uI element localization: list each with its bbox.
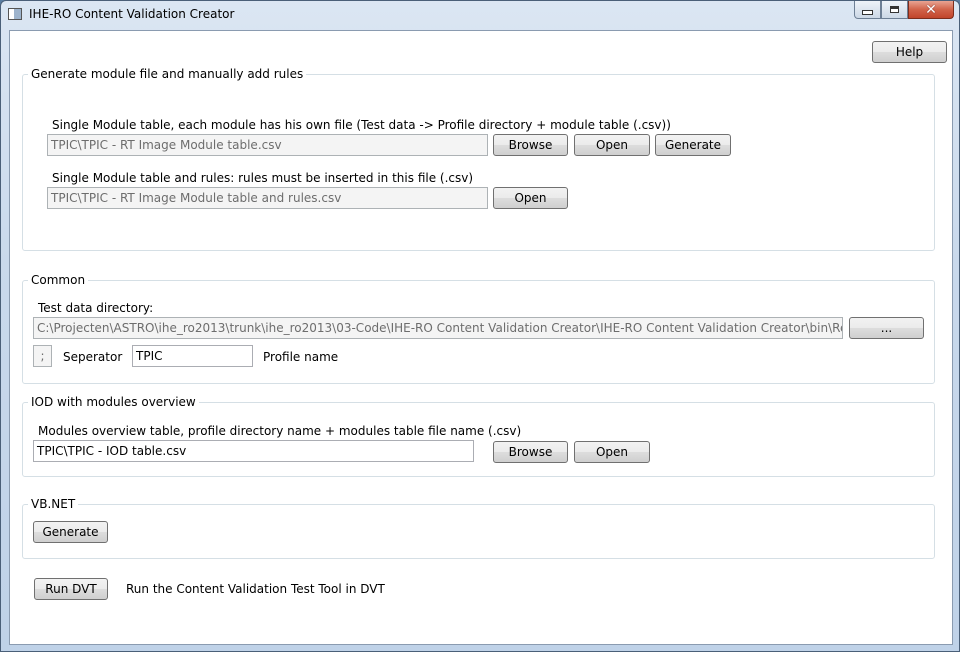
window-title: IHE-RO Content Validation Creator	[29, 7, 235, 21]
generate-module-group-title: Generate module file and manually add ru…	[28, 67, 307, 81]
vbnet-group: VB.NET Generate	[22, 497, 935, 559]
common-group: Common Test data directory: C:\Projecten…	[22, 273, 935, 384]
iod-browse-button[interactable]: Browse	[493, 441, 568, 463]
help-button[interactable]: Help	[872, 41, 947, 63]
test-data-directory-field[interactable]: C:\Projecten\ASTRO\ihe_ro2013\trunk\ihe_…	[33, 317, 843, 339]
rules-description: Single Module table and rules: rules mus…	[52, 171, 474, 185]
generate-module-group: Generate module file and manually add ru…	[22, 67, 935, 251]
single-module-generate-button[interactable]: Generate	[655, 134, 731, 156]
vbnet-group-title: VB.NET	[28, 497, 79, 511]
window-controls: ✕	[854, 1, 954, 21]
minimize-button[interactable]	[854, 1, 881, 19]
rules-open-button[interactable]: Open	[493, 187, 568, 209]
minimize-icon	[862, 10, 873, 15]
run-dvt-button[interactable]: Run DVT	[34, 578, 108, 600]
client-area: Help Generate module file and manually a…	[9, 30, 953, 645]
close-button[interactable]: ✕	[908, 1, 954, 19]
vbnet-generate-button[interactable]: Generate	[33, 521, 108, 543]
test-data-browse-button[interactable]: ...	[849, 317, 924, 339]
title-bar[interactable]: IHE-RO Content Validation Creator ✕	[1, 1, 959, 29]
profile-name-label: Profile name	[263, 350, 339, 364]
separator-field[interactable]: ;	[33, 345, 52, 367]
common-group-title: Common	[28, 273, 89, 287]
separator-label: Seperator	[63, 350, 123, 364]
maximize-icon	[890, 6, 899, 13]
rules-path-field[interactable]: TPIC\TPIC - RT Image Module table and ru…	[47, 187, 488, 209]
single-module-description: Single Module table, each module has his…	[52, 118, 671, 132]
iod-modules-group-title: IOD with modules overview	[28, 395, 199, 409]
test-data-directory-label: Test data directory:	[38, 301, 154, 315]
iod-description: Modules overview table, profile director…	[38, 424, 522, 438]
single-module-path-field[interactable]: TPIC\TPIC - RT Image Module table.csv	[47, 134, 488, 156]
close-icon: ✕	[925, 1, 937, 18]
iod-table-path-field[interactable]: TPIC\TPIC - IOD table.csv	[33, 440, 474, 462]
maximize-button[interactable]	[881, 1, 908, 19]
run-dvt-description: Run the Content Validation Test Tool in …	[126, 582, 385, 596]
iod-open-button[interactable]: Open	[574, 441, 650, 463]
profile-name-field[interactable]: TPIC	[132, 345, 253, 367]
single-module-open-button[interactable]: Open	[574, 134, 650, 156]
app-icon[interactable]	[8, 8, 22, 20]
app-window: IHE-RO Content Validation Creator ✕ Help…	[0, 0, 960, 652]
single-module-browse-button[interactable]: Browse	[493, 134, 568, 156]
iod-modules-group: IOD with modules overview Modules overvi…	[22, 395, 935, 477]
